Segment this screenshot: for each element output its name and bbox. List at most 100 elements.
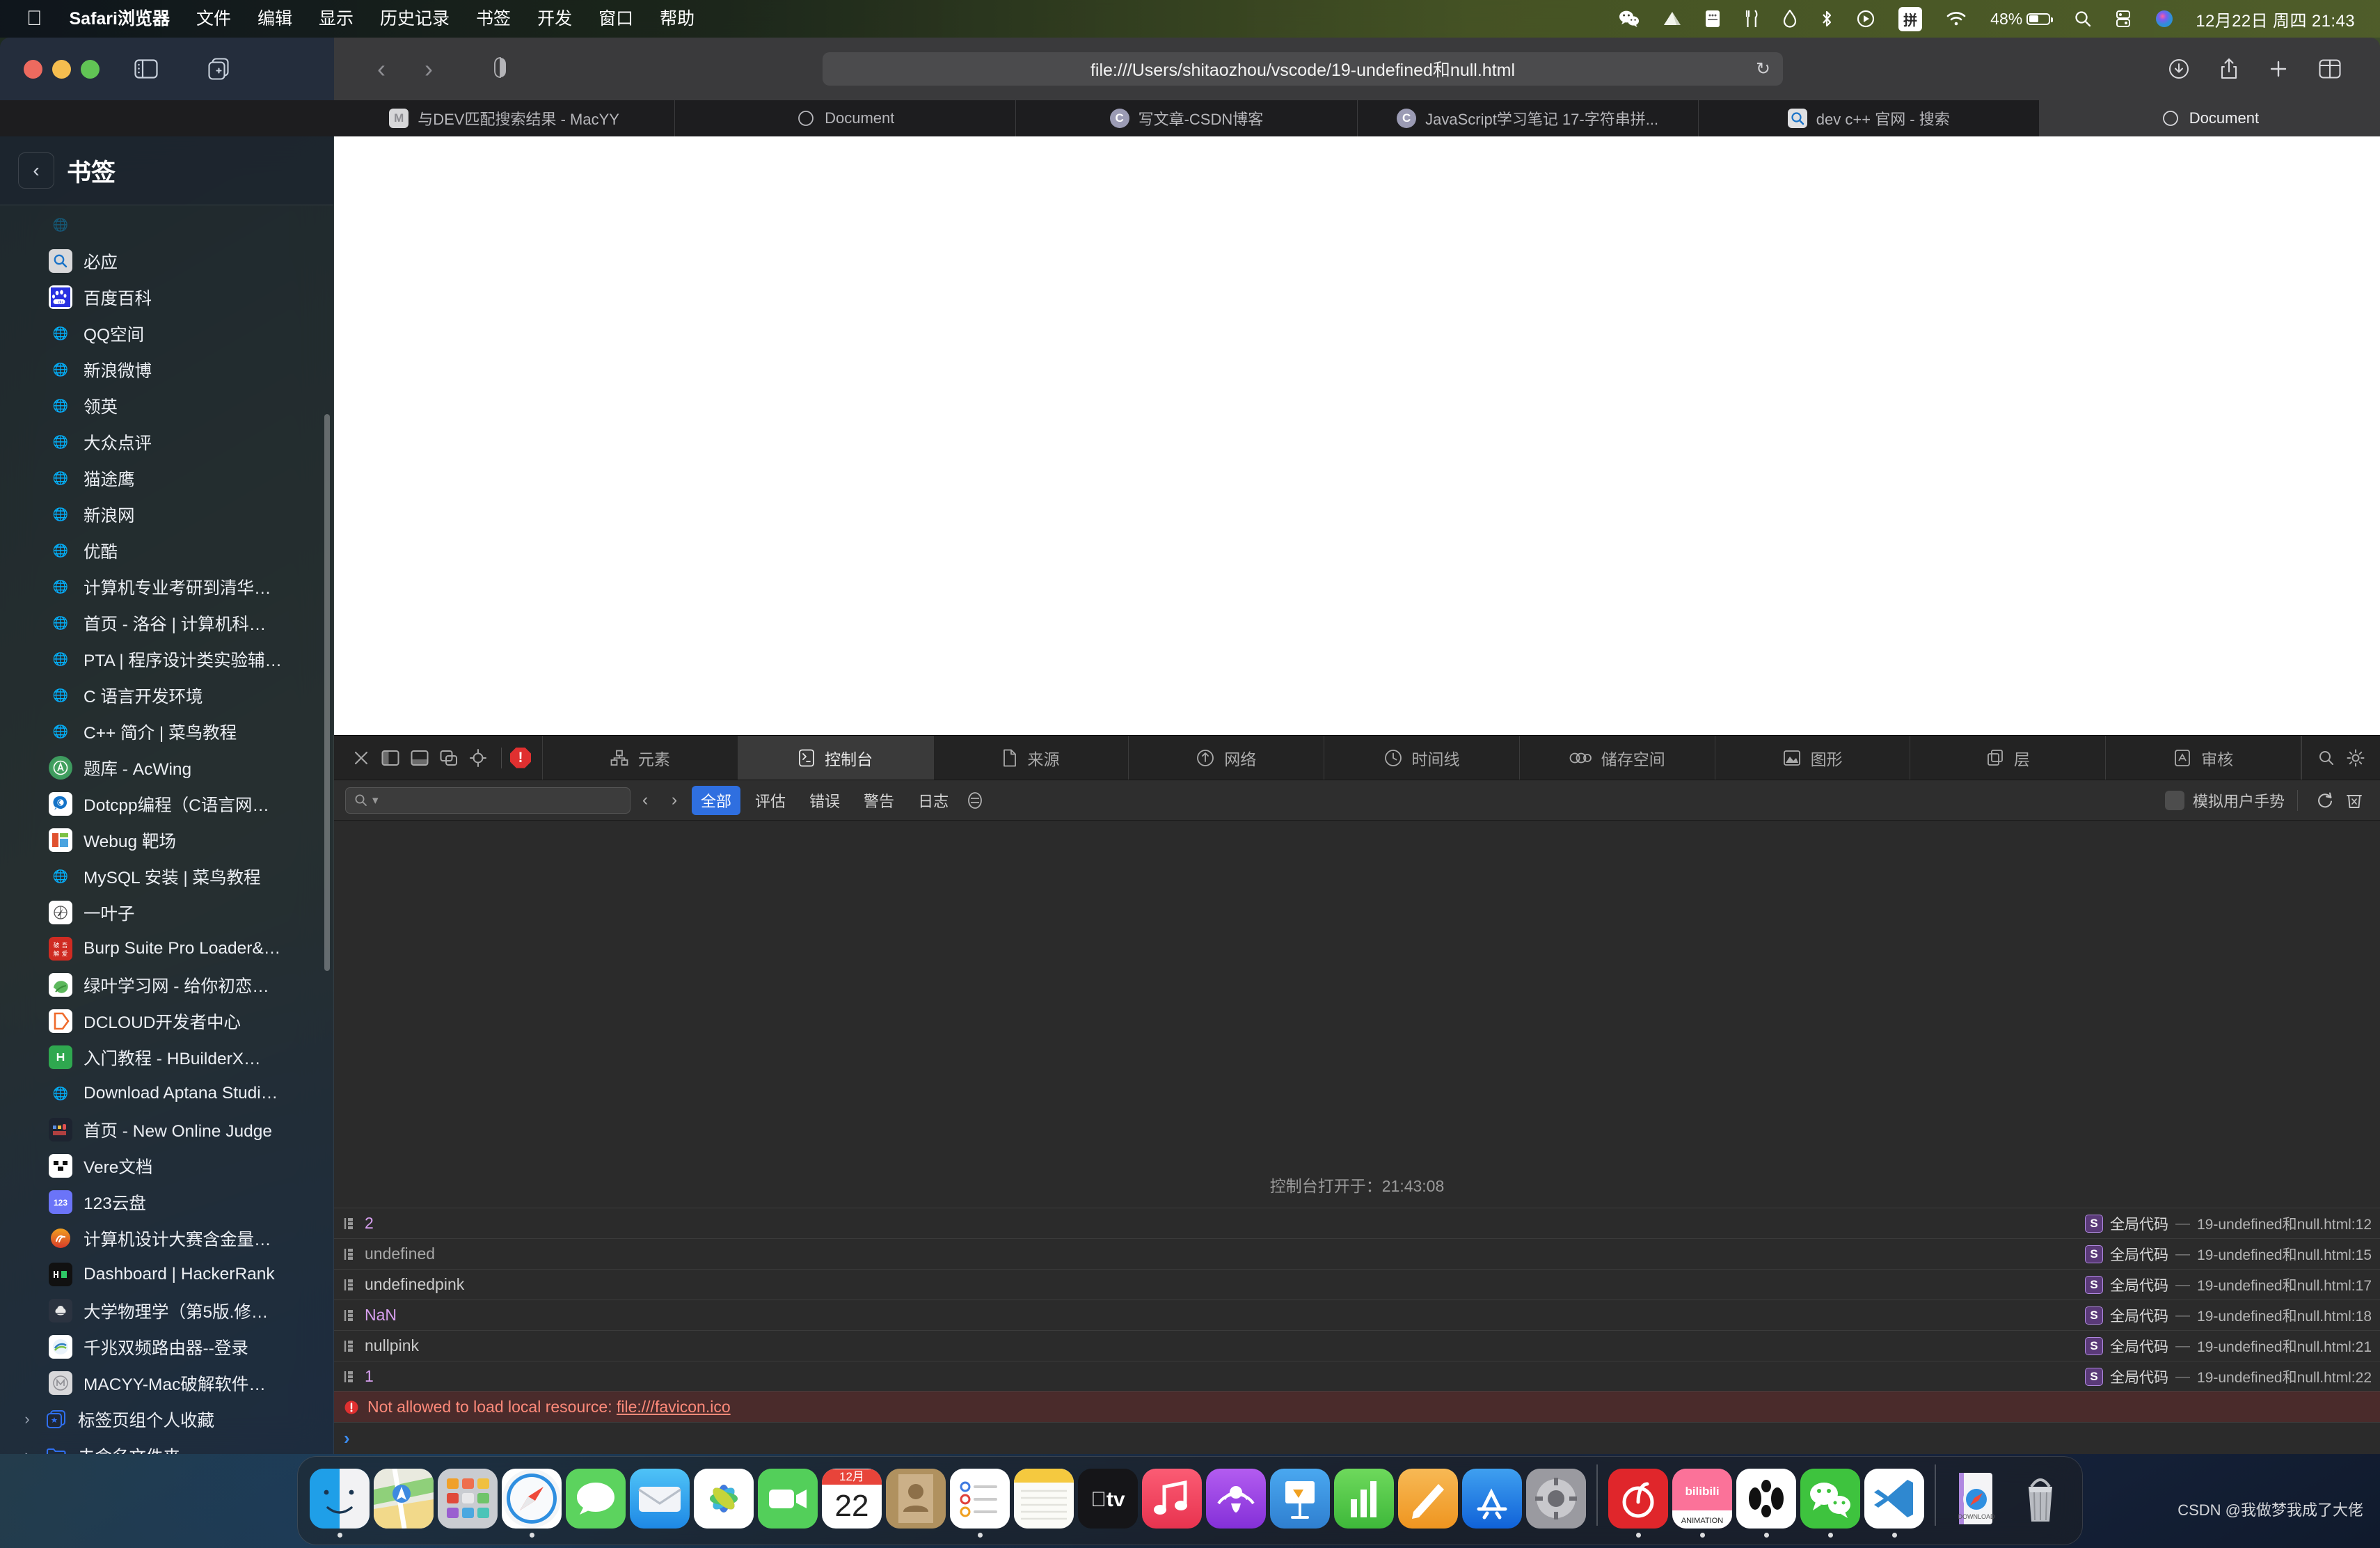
- list-item-tripadvisor[interactable]: 🌐 猫途鹰: [0, 460, 333, 496]
- emulate-gestures-checkbox[interactable]: [2164, 790, 2184, 810]
- download-icon[interactable]: [2153, 58, 2205, 79]
- filter-chip-logs[interactable]: 日志: [909, 786, 958, 815]
- log-source[interactable]: S 全局代码 — 19-undefined和null.html:21: [2070, 1336, 2372, 1357]
- log-source[interactable]: S 全局代码 — 19-undefined和null.html:22: [2070, 1366, 2372, 1387]
- menu-item-bookmarks[interactable]: 书签: [463, 0, 524, 38]
- list-item-vere-docs[interactable]: Vere文档: [0, 1148, 333, 1184]
- log-source-file[interactable]: 19-undefined和null.html:15: [2197, 1244, 2372, 1265]
- tab-sources[interactable]: 来源: [934, 736, 1129, 780]
- dock-item-finder[interactable]: [308, 1465, 372, 1538]
- dock-left-icon[interactable]: [376, 736, 405, 780]
- list-item-hbuilderx[interactable]: 入门教程 - HBuilderX…: [0, 1039, 333, 1075]
- clear-console-icon[interactable]: [2340, 785, 2369, 816]
- maximize-window-button[interactable]: [81, 59, 100, 79]
- dock-item-netease-music[interactable]: [1606, 1465, 1670, 1538]
- dock-item-photos[interactable]: [692, 1465, 756, 1538]
- input-source-icon[interactable]: 拼: [1887, 0, 1934, 38]
- tab-layers[interactable]: 层: [1910, 736, 2107, 780]
- log-source-file[interactable]: 19-undefined和null.html:22: [2197, 1366, 2372, 1387]
- spotlight-search-icon[interactable]: [2062, 0, 2104, 38]
- console-log-row[interactable]: 2 S 全局代码 — 19-undefined和null.html:12: [334, 1208, 2380, 1238]
- tab-document-1[interactable]: Document: [675, 100, 1017, 136]
- list-item-sina[interactable]: 🌐 新浪网: [0, 496, 333, 532]
- dock-item-pages[interactable]: [1396, 1465, 1460, 1538]
- menu-item-view[interactable]: 显示: [306, 0, 367, 38]
- dock-item-system-settings[interactable]: [1524, 1465, 1588, 1538]
- list-item-macyy[interactable]: MACYY-Mac破解软件…: [0, 1365, 333, 1401]
- close-inspector-icon[interactable]: [347, 736, 376, 780]
- log-source-file[interactable]: 19-undefined和null.html:18: [2197, 1305, 2372, 1326]
- list-item-router-login[interactable]: 千兆双频路由器--登录: [0, 1329, 333, 1365]
- wechat-icon[interactable]: [1607, 0, 1651, 38]
- dock-item-app-store[interactable]: [1460, 1465, 1524, 1538]
- dock-bottom-icon[interactable]: [405, 736, 434, 780]
- tab-storage[interactable]: 储存空间: [1520, 736, 1715, 780]
- web-page-viewport[interactable]: [334, 136, 2380, 735]
- menu-item-window[interactable]: 窗口: [585, 0, 646, 38]
- memory-icon[interactable]: [1693, 0, 1732, 38]
- list-item-123pan[interactable]: 123 123云盘: [0, 1184, 333, 1220]
- dock-item-reminders[interactable]: [948, 1465, 1012, 1538]
- filter-chip-warnings[interactable]: 警告: [855, 786, 903, 815]
- privacy-shield-icon[interactable]: [494, 56, 507, 81]
- filter-next-button[interactable]: ›: [660, 785, 689, 816]
- log-source-file[interactable]: 19-undefined和null.html:21: [2197, 1336, 2372, 1357]
- dock-item-safari[interactable]: [500, 1465, 564, 1538]
- list-item-pta[interactable]: 🌐 PTA | 程序设计类实验辅…: [0, 641, 333, 677]
- menu-item-develop[interactable]: 开发: [524, 0, 585, 38]
- tab-graphics[interactable]: 图形: [1715, 736, 1911, 780]
- share-icon[interactable]: [2205, 58, 2253, 80]
- play-circle-icon[interactable]: [1845, 0, 1887, 38]
- close-window-button[interactable]: [24, 59, 42, 79]
- list-item-qq-zone[interactable]: 🌐 QQ空间: [0, 315, 333, 352]
- error-count-badge[interactable]: !: [510, 747, 531, 768]
- tab-bing-search[interactable]: dev c++ 官网 - 搜索: [1698, 100, 2040, 136]
- console-log-row[interactable]: undefined S 全局代码 — 19-undefined和null.htm…: [334, 1238, 2380, 1269]
- dock-item-bilibili[interactable]: bilibili ANIMATION: [1670, 1465, 1734, 1538]
- dock-item-podcasts[interactable]: [1204, 1465, 1268, 1538]
- list-item-burpsuite[interactable]: 破吾解爱 Burp Suite Pro Loader&…: [0, 931, 333, 967]
- list-item-hackerrank[interactable]: Dashboard | HackerRank: [0, 1256, 333, 1293]
- new-tab-icon[interactable]: [2253, 59, 2303, 79]
- log-source[interactable]: S 全局代码 — 19-undefined和null.html:18: [2070, 1305, 2372, 1326]
- list-item-physics-book[interactable]: 大学物理学（第5版.修…: [0, 1293, 333, 1329]
- droplet-icon[interactable]: [1771, 0, 1809, 38]
- log-source[interactable]: S 全局代码 — 19-undefined和null.html:12: [2070, 1213, 2372, 1234]
- battery-status[interactable]: 48%: [1978, 0, 2062, 38]
- chevron-right-icon[interactable]: ›: [19, 1410, 35, 1428]
- back-button[interactable]: ‹: [358, 54, 405, 84]
- list-item-zhihu-contest[interactable]: 计算机设计大赛含金量…: [0, 1220, 333, 1256]
- dock-item-trash[interactable]: [2008, 1465, 2072, 1538]
- chevron-right-icon[interactable]: ›: [19, 1446, 35, 1454]
- dock-item-calendar[interactable]: 12月 22: [820, 1465, 884, 1538]
- dock-detach-icon[interactable]: [434, 736, 463, 780]
- menu-item-safari[interactable]: Safari浏览器: [56, 0, 183, 38]
- show-all-tabs-icon[interactable]: [2303, 59, 2356, 79]
- tab-elements[interactable]: 元素: [543, 736, 738, 780]
- filter-chip-all[interactable]: 全部: [692, 785, 741, 815]
- dock-item-mail[interactable]: [628, 1465, 692, 1538]
- list-item-new-online-judge[interactable]: 首页 - New Online Judge: [0, 1112, 333, 1148]
- dock-item-numbers[interactable]: [1332, 1465, 1396, 1538]
- log-source-file[interactable]: 19-undefined和null.html:17: [2197, 1274, 2372, 1295]
- filter-chip-evaluations[interactable]: 评估: [746, 786, 795, 815]
- log-source[interactable]: S 全局代码 — 19-undefined和null.html:17: [2070, 1274, 2372, 1295]
- tab-csdn-js-notes[interactable]: C JavaScript学习笔记 17-字符串拼...: [1357, 100, 1699, 136]
- sidebar-scrollbar[interactable]: [324, 414, 330, 971]
- menu-item-help[interactable]: 帮助: [646, 0, 708, 38]
- list-item-yiyezi[interactable]: 一叶子: [0, 894, 333, 931]
- sidebar-toggle-icon[interactable]: [134, 59, 158, 79]
- menu-item-file[interactable]: 文件: [183, 0, 244, 38]
- dock-item-notes[interactable]: [1012, 1465, 1076, 1538]
- list-item[interactable]: 🌐: [0, 207, 333, 243]
- console-output[interactable]: 控制台打开于：21:43:08 2 S 全局代码 — 19-undefined和…: [334, 821, 2380, 1454]
- error-resource-link[interactable]: file:///favicon.ico: [617, 1398, 731, 1416]
- minimize-window-button[interactable]: [52, 59, 71, 79]
- sidebar-folder-tab-group[interactable]: › 标签页组个人收藏: [0, 1401, 333, 1437]
- dock-item-threebody[interactable]: [1734, 1465, 1798, 1538]
- grouping-icon[interactable]: [960, 785, 990, 816]
- console-search-input[interactable]: ▾: [345, 787, 630, 814]
- preserve-log-icon[interactable]: [2310, 785, 2340, 816]
- dock-item-keynote[interactable]: [1268, 1465, 1332, 1538]
- forward-button[interactable]: ›: [405, 54, 452, 84]
